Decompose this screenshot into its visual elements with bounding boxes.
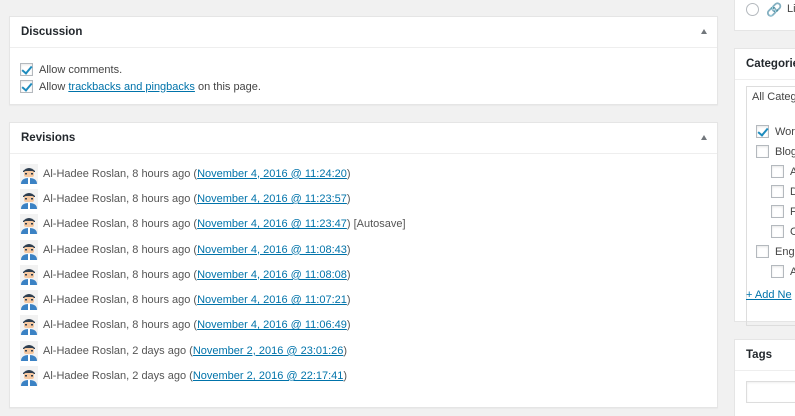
revision-author-time: Al-Hadee Roslan, 8 hours ago ( [43, 268, 198, 281]
avatar [20, 239, 38, 260]
revision-row: Al-Hadee Roslan, 8 hours ago (November 4… [20, 287, 717, 312]
category-checkbox[interactable] [771, 165, 784, 178]
category-checkbox[interactable] [771, 225, 784, 238]
discussion-title: Discussion [21, 26, 83, 38]
avatar [20, 214, 38, 235]
revision-suffix: ) [346, 268, 351, 281]
category-item: A [771, 265, 795, 278]
discussion-metabox: Discussion Allow comments. Allow trackba… [9, 16, 718, 105]
link-icon: 🔗 [766, 2, 783, 17]
revision-suffix: ) [343, 344, 348, 357]
revision-author-time: Al-Hadee Roslan, 8 hours ago ( [43, 294, 198, 307]
revision-suffix: ) [346, 294, 351, 307]
revision-suffix: ) [343, 370, 348, 383]
category-item: Eng [756, 245, 795, 258]
revision-row: Al-Hadee Roslan, 2 days ago (November 2,… [20, 363, 717, 388]
revision-suffix: ) [346, 243, 351, 256]
revision-date-link[interactable]: November 4, 2016 @ 11:08:43 [197, 244, 347, 256]
revision-row: Al-Hadee Roslan, 8 hours ago (November 4… [20, 212, 717, 237]
revision-date-link[interactable]: November 4, 2016 @ 11:06:49 [197, 319, 347, 331]
allow-pings-row: Allow trackbacks and pingbacks on this p… [20, 78, 717, 95]
category-label: A [790, 265, 795, 278]
allow-comments-row: Allow comments. [20, 61, 717, 78]
category-label: F [790, 205, 795, 218]
revision-date-link[interactable]: November 2, 2016 @ 23:01:26 [193, 345, 344, 357]
allow-pings-prefix: Allow [39, 80, 69, 93]
avatar [20, 290, 38, 311]
revision-date-link[interactable]: November 4, 2016 @ 11:23:47 [197, 218, 347, 230]
format-radio[interactable] [746, 3, 759, 16]
categories-header[interactable]: Categorie [735, 49, 795, 80]
avatar [20, 163, 38, 184]
category-checkbox[interactable] [771, 205, 784, 218]
allow-pings-suffix: on this page. [194, 80, 261, 93]
category-item: D [771, 185, 795, 198]
avatar [20, 264, 38, 285]
avatar [20, 366, 38, 387]
collapse-arrow-icon[interactable] [701, 29, 707, 34]
category-checkbox[interactable] [771, 265, 784, 278]
category-label: Eng [775, 245, 795, 258]
allow-comments-label: Allow comments. [39, 63, 123, 76]
category-item: Blog [756, 145, 795, 158]
revision-suffix: ) [346, 167, 351, 180]
category-checkbox[interactable] [771, 185, 784, 198]
category-checkbox[interactable] [756, 145, 769, 158]
category-checkbox[interactable] [756, 125, 769, 138]
avatar [20, 340, 38, 361]
revision-row: Al-Hadee Roslan, 8 hours ago (November 4… [20, 313, 717, 338]
post-format-box: 🔗 Li [734, 0, 795, 31]
revision-date-link[interactable]: November 4, 2016 @ 11:24:20 [197, 168, 347, 180]
format-label: Li [787, 3, 795, 15]
discussion-header[interactable]: Discussion [10, 17, 717, 48]
revision-row: Al-Hadee Roslan, 8 hours ago (November 4… [20, 161, 717, 186]
revision-author-time: Al-Hadee Roslan, 2 days ago ( [43, 370, 193, 383]
revision-row: Al-Hadee Roslan, 8 hours ago (November 4… [20, 186, 717, 211]
revision-suffix: ) [Autosave] [346, 218, 406, 231]
avatar [20, 315, 38, 336]
revision-date-link[interactable]: November 2, 2016 @ 22:17:41 [193, 370, 344, 382]
revision-author-time: Al-Hadee Roslan, 8 hours ago ( [43, 192, 198, 205]
category-item: Wor [756, 125, 795, 138]
revisions-header[interactable]: Revisions [10, 123, 717, 154]
allow-comments-checkbox[interactable] [20, 63, 33, 76]
revision-author-time: Al-Hadee Roslan, 2 days ago ( [43, 344, 193, 357]
revisions-title: Revisions [21, 132, 76, 144]
revision-suffix: ) [346, 319, 351, 332]
trackbacks-pingbacks-link[interactable]: trackbacks and pingbacks [68, 81, 195, 93]
category-label: D [790, 185, 795, 198]
collapse-arrow-icon[interactable] [701, 135, 707, 140]
category-item: F [771, 205, 795, 218]
allow-pings-checkbox[interactable] [20, 80, 33, 93]
tags-header[interactable]: Tags [735, 340, 795, 371]
categories-title: Categorie [746, 58, 795, 70]
revision-suffix: ) [346, 192, 351, 205]
revision-author-time: Al-Hadee Roslan, 8 hours ago ( [43, 319, 198, 332]
tags-metabox: Tags [734, 339, 795, 416]
avatar [20, 188, 38, 209]
category-label: Blog [775, 145, 795, 158]
category-checkbox[interactable] [756, 245, 769, 258]
category-label: A [790, 165, 795, 178]
category-label: C [790, 225, 795, 238]
tags-title: Tags [746, 349, 772, 361]
revision-row: Al-Hadee Roslan, 8 hours ago (November 4… [20, 262, 717, 287]
category-label: Wor [775, 125, 795, 138]
revision-row: Al-Hadee Roslan, 2 days ago (November 2,… [20, 338, 717, 363]
category-item: A [771, 165, 795, 178]
category-item: C [771, 225, 795, 238]
revisions-list: Al-Hadee Roslan, 8 hours ago (November 4… [10, 154, 717, 389]
revision-date-link[interactable]: November 4, 2016 @ 11:23:57 [197, 193, 347, 205]
revision-author-time: Al-Hadee Roslan, 8 hours ago ( [43, 218, 198, 231]
revision-date-link[interactable]: November 4, 2016 @ 11:07:21 [197, 294, 347, 306]
revision-row: Al-Hadee Roslan, 8 hours ago (November 4… [20, 237, 717, 262]
all-categories-tab[interactable]: All Categ [752, 91, 795, 103]
revision-author-time: Al-Hadee Roslan, 8 hours ago ( [43, 167, 198, 180]
revisions-metabox: Revisions Al-Hadee Roslan, 8 hours ago (… [9, 122, 718, 408]
tags-input[interactable] [746, 381, 795, 403]
add-new-category-link[interactable]: + Add Ne [746, 289, 792, 301]
categories-metabox: Categorie All Categ Wor Blog A D F C Eng A + Ad… [734, 48, 795, 326]
revision-date-link[interactable]: November 4, 2016 @ 11:08:08 [197, 269, 347, 281]
revision-author-time: Al-Hadee Roslan, 8 hours ago ( [43, 243, 198, 256]
